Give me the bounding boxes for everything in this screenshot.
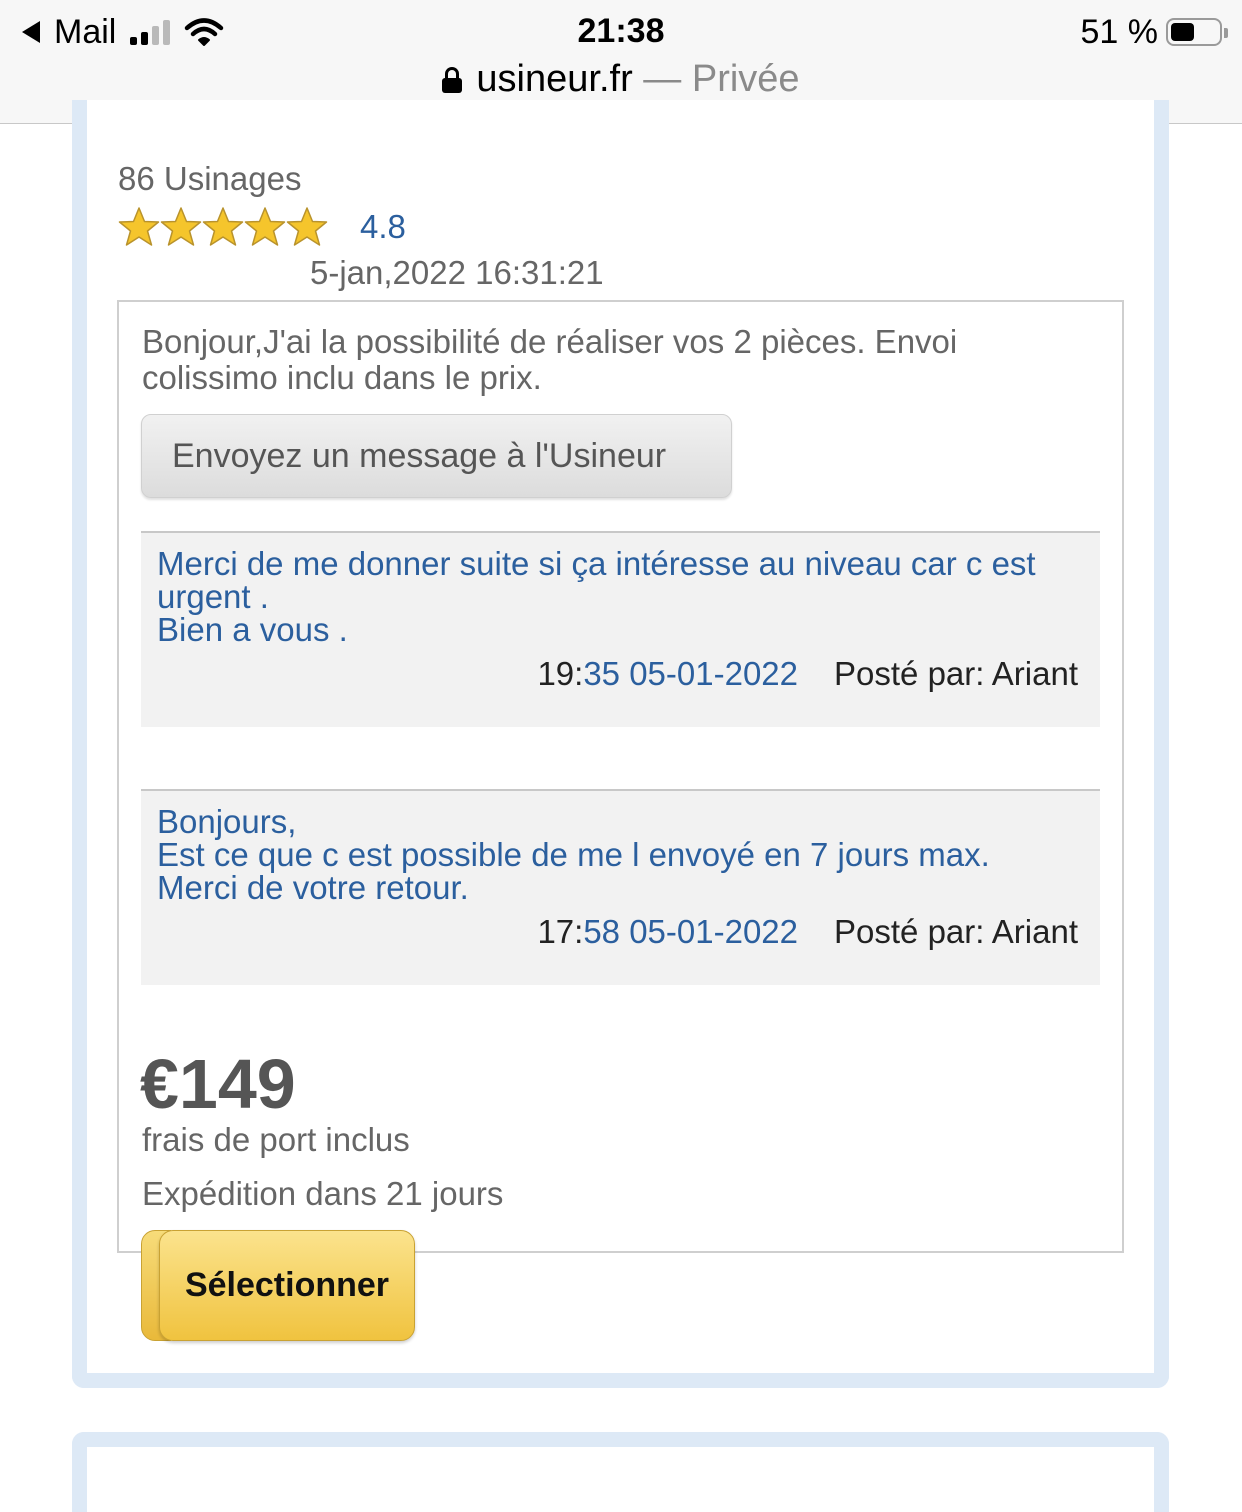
url-domain[interactable]: usineur.fr xyxy=(476,58,632,100)
comment-text: Bonjours, Est ce que c est possible de m… xyxy=(157,805,1087,904)
select-offer-button[interactable]: Sélectionner xyxy=(159,1230,415,1341)
comment-author: Posté par: Ariant xyxy=(834,655,1078,692)
offer-price: €149 xyxy=(140,1045,296,1123)
battery-icon xyxy=(1166,18,1228,46)
comment-meta: 19:35 05-01-2022 Posté par: Ariant xyxy=(537,655,1078,693)
send-message-button[interactable]: Envoyez un message à l'Usineur xyxy=(141,414,732,498)
url-private-mode: — Privée xyxy=(643,58,800,100)
offer-message: Bonjour,J'ai la possibilité de réaliser … xyxy=(142,323,958,396)
comment-author: Posté par: Ariant xyxy=(834,913,1078,950)
usinages-count: 86 Usinages xyxy=(118,160,302,197)
comment-line: Bonjours, xyxy=(157,803,297,840)
comment-line: Merci de votre retour. xyxy=(157,869,469,906)
shipping-delay: Expédition dans 21 jours xyxy=(142,1175,504,1212)
lock-icon xyxy=(442,67,463,93)
select-button-wrap[interactable]: Sélectionner xyxy=(141,1230,415,1341)
offer-date: 5-jan,2022 16:31:21 xyxy=(310,254,604,291)
star-icon xyxy=(244,207,286,246)
comment-time-date: 58 05-01-2022 xyxy=(583,913,799,950)
rating-value[interactable]: 4.8 xyxy=(360,208,406,246)
comment-line: Est ce que c est possible de me l envoyé… xyxy=(157,836,990,873)
status-time: 21:38 xyxy=(577,12,665,50)
status-right: 51 % xyxy=(1080,12,1228,52)
comment-time-hour: 19: xyxy=(537,655,584,692)
comment: Merci de me donner suite si ça intéresse… xyxy=(141,531,1100,727)
battery-percent: 51 % xyxy=(1080,12,1159,51)
url-bar[interactable]: usineur.fr — Privée xyxy=(0,58,1242,101)
star-icon xyxy=(118,207,160,246)
star-icon xyxy=(160,207,202,246)
comment-line: Merci de me donner suite si ça intéresse… xyxy=(157,545,1036,615)
comment-line: Bien a vous . xyxy=(157,611,348,648)
battery-level-fill xyxy=(1171,23,1194,41)
star-icon xyxy=(202,207,244,246)
star-icon xyxy=(286,207,328,246)
comment-time-date: 35 05-01-2022 xyxy=(583,655,799,692)
comment-meta: 17:58 05-01-2022 Posté par: Ariant xyxy=(537,913,1078,951)
comment-text: Merci de me donner suite si ça intéresse… xyxy=(157,547,1087,646)
battery-tip xyxy=(1224,28,1228,38)
comment-time-hour: 17: xyxy=(537,913,584,950)
next-offer-card xyxy=(72,1432,1169,1512)
comment: Bonjours, Est ce que c est possible de m… xyxy=(141,789,1100,985)
shipping-note: frais de port inclus xyxy=(142,1121,410,1158)
rating-stars xyxy=(118,206,328,248)
